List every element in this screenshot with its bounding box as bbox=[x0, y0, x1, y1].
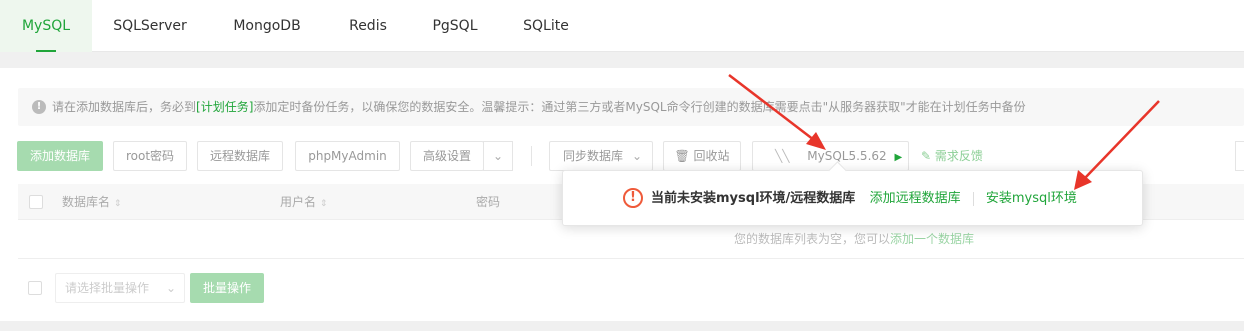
recycle-bin-button[interactable]: 🗑 回收站 bbox=[663, 141, 741, 171]
play-icon: ▶ bbox=[894, 152, 903, 163]
batch-action-select[interactable]: 请选择批量操作 ⌄ bbox=[55, 273, 185, 303]
search-box[interactable] bbox=[1235, 141, 1244, 171]
tip-text-after: 添加定时备份任务，以确保您的数据安全。温馨提示：通过第三方或者MySQL命令行创… bbox=[253, 100, 1026, 114]
feedback-label: 需求反馈 bbox=[934, 149, 983, 163]
chevron-down-icon: ⌄ bbox=[631, 149, 642, 163]
column-header-password: 密码 bbox=[476, 195, 501, 209]
phpmyadmin-button[interactable]: phpMyAdmin bbox=[295, 141, 400, 171]
column-header-username[interactable]: 用户名 ⇕ bbox=[280, 184, 327, 222]
popup-message-row: 当前未安装mysql环境/远程数据库 添加远程数据库 安装mysql环境 bbox=[651, 171, 1077, 227]
root-password-button[interactable]: root密码 bbox=[113, 141, 187, 171]
tab-pgsql[interactable]: PgSQL bbox=[409, 0, 501, 52]
mysql-not-installed-popup: ! 当前未安装mysql环境/远程数据库 添加远程数据库 安装mysql环境 bbox=[562, 170, 1143, 226]
tab-redis[interactable]: Redis bbox=[322, 0, 414, 52]
select-all-checkbox[interactable] bbox=[29, 195, 43, 209]
popup-message: 当前未安装mysql环境/远程数据库 bbox=[651, 191, 856, 206]
mysql-dolphin-icon: ╲╲ bbox=[775, 149, 790, 163]
sync-database-button[interactable]: 同步数据库 ⌄ bbox=[549, 141, 653, 171]
recycle-bin-label: 回收站 bbox=[693, 149, 730, 163]
toolbar-divider bbox=[531, 146, 532, 166]
remote-database-button[interactable]: 远程数据库 bbox=[197, 141, 283, 171]
sort-icon: ⇕ bbox=[319, 199, 328, 209]
feedback-link[interactable]: ✎ 需求反馈 bbox=[921, 141, 983, 171]
tip-schedule-link[interactable]: [计划任务] bbox=[196, 100, 253, 114]
column-header-db-name[interactable]: 数据库名 ⇕ bbox=[62, 184, 121, 222]
popup-divider bbox=[972, 191, 974, 206]
sort-icon: ⇕ bbox=[113, 199, 122, 209]
edit-icon: ✎ bbox=[921, 149, 932, 163]
backup-tip: ! 请在添加数据库后，务必到[计划任务]添加定时备份任务，以确保您的数据安全。温… bbox=[18, 88, 1244, 126]
sync-database-label: 同步数据库 bbox=[563, 149, 624, 163]
tip-text-before: 请在添加数据库后，务必到 bbox=[52, 100, 197, 114]
tab-mysql[interactable]: MySQL bbox=[0, 0, 92, 52]
trash-icon: 🗑 bbox=[674, 149, 690, 163]
tab-mongodb[interactable]: MongoDB bbox=[221, 0, 313, 52]
add-database-button[interactable]: 添加数据库 bbox=[17, 141, 103, 171]
warning-icon: ! bbox=[623, 188, 643, 208]
mysql-version-label: MySQL5.5.62 bbox=[807, 149, 887, 163]
info-icon: ! bbox=[32, 100, 46, 114]
database-type-tabs: MySQL SQLServer MongoDB Redis PgSQL SQLi… bbox=[0, 0, 1244, 52]
batch-select-checkbox[interactable] bbox=[28, 281, 42, 295]
chevron-down-icon[interactable]: ⌄ bbox=[483, 141, 513, 171]
add-remote-database-link[interactable]: 添加远程数据库 bbox=[870, 191, 961, 206]
empty-text: 您的数据库列表为空，您可以 bbox=[734, 232, 891, 246]
tab-sqlite[interactable]: SQLite bbox=[500, 0, 592, 52]
chevron-down-icon: ⌄ bbox=[165, 281, 176, 295]
batch-action-button[interactable]: 批量操作 bbox=[190, 273, 264, 303]
advanced-settings-button[interactable]: 高级设置 bbox=[410, 141, 484, 171]
add-database-link[interactable]: 添加一个数据库 bbox=[890, 232, 974, 246]
install-mysql-link[interactable]: 安装mysql环境 bbox=[986, 191, 1077, 206]
batch-select-placeholder: 请选择批量操作 bbox=[65, 281, 150, 295]
tab-sqlserver[interactable]: SQLServer bbox=[104, 0, 196, 52]
